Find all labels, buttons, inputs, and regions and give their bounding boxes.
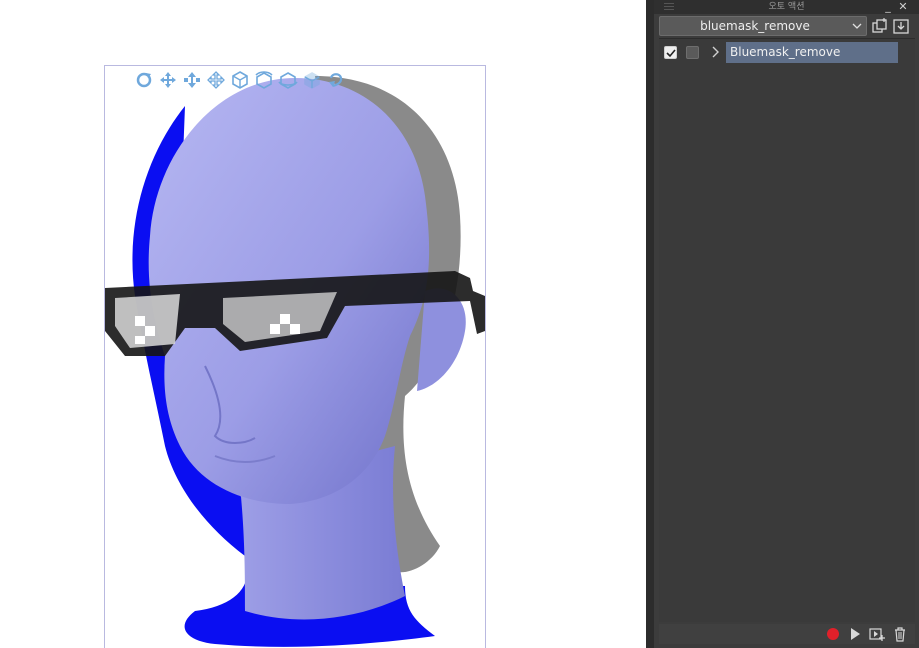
minimize-button[interactable]: _ bbox=[882, 0, 894, 14]
panel-bottom-toolbar bbox=[659, 624, 915, 644]
play-icon bbox=[851, 628, 860, 640]
enable-action-checkbox[interactable] bbox=[664, 46, 677, 59]
rotate-object-y-icon[interactable] bbox=[252, 68, 276, 92]
move-object-icon[interactable] bbox=[204, 68, 228, 92]
panel-titlebar[interactable]: 오토 액션 _ ✕ bbox=[654, 0, 919, 14]
panel-title: 오토 액션 bbox=[768, 2, 805, 12]
canvas-area[interactable] bbox=[0, 0, 646, 648]
rotate-object-icon[interactable] bbox=[228, 68, 252, 92]
action-list[interactable]: Bluemask_remove bbox=[659, 38, 915, 622]
close-button[interactable]: ✕ bbox=[897, 0, 909, 14]
panel-splitter[interactable] bbox=[646, 0, 654, 648]
rotate-camera-icon[interactable] bbox=[132, 68, 156, 92]
add-command-icon bbox=[869, 628, 885, 641]
canvas-document[interactable] bbox=[104, 65, 486, 648]
checkmark-icon bbox=[666, 49, 676, 58]
record-button[interactable] bbox=[825, 626, 841, 642]
dolly-camera-icon[interactable] bbox=[180, 68, 204, 92]
import-set-icon bbox=[893, 19, 909, 34]
pan-camera-icon[interactable] bbox=[156, 68, 180, 92]
new-set-icon bbox=[872, 18, 887, 33]
import-set-button[interactable] bbox=[892, 17, 910, 35]
ear-shape bbox=[417, 288, 466, 391]
reset-angle-icon[interactable] bbox=[324, 68, 348, 92]
delete-icon bbox=[895, 627, 905, 642]
record-icon bbox=[827, 628, 839, 640]
delete-button[interactable] bbox=[892, 626, 908, 642]
action-set-row: bluemask_remove bbox=[659, 16, 915, 36]
action-name-label[interactable]: Bluemask_remove bbox=[726, 42, 898, 63]
move-on-plane-icon[interactable] bbox=[300, 68, 324, 92]
add-command-button[interactable] bbox=[869, 626, 885, 642]
app-window: 오토 액션 _ ✕ bluemask_remove Bluemask_remov… bbox=[0, 0, 919, 648]
auto-action-panel: 오토 액션 _ ✕ bluemask_remove Bluemask_remov… bbox=[654, 0, 919, 648]
list-item[interactable]: Bluemask_remove bbox=[659, 41, 915, 63]
play-button[interactable] bbox=[847, 626, 863, 642]
new-set-button[interactable] bbox=[871, 17, 889, 35]
rotate-object-x-icon[interactable] bbox=[276, 68, 300, 92]
3d-manipulator-toolbar bbox=[132, 68, 348, 92]
chevron-down-icon bbox=[852, 23, 862, 29]
dialog-toggle-checkbox[interactable] bbox=[686, 46, 699, 59]
action-set-dropdown[interactable]: bluemask_remove bbox=[659, 16, 867, 36]
3d-head-model[interactable] bbox=[105, 66, 486, 648]
action-set-selected: bluemask_remove bbox=[700, 19, 810, 33]
chevron-right-icon[interactable] bbox=[709, 45, 723, 59]
